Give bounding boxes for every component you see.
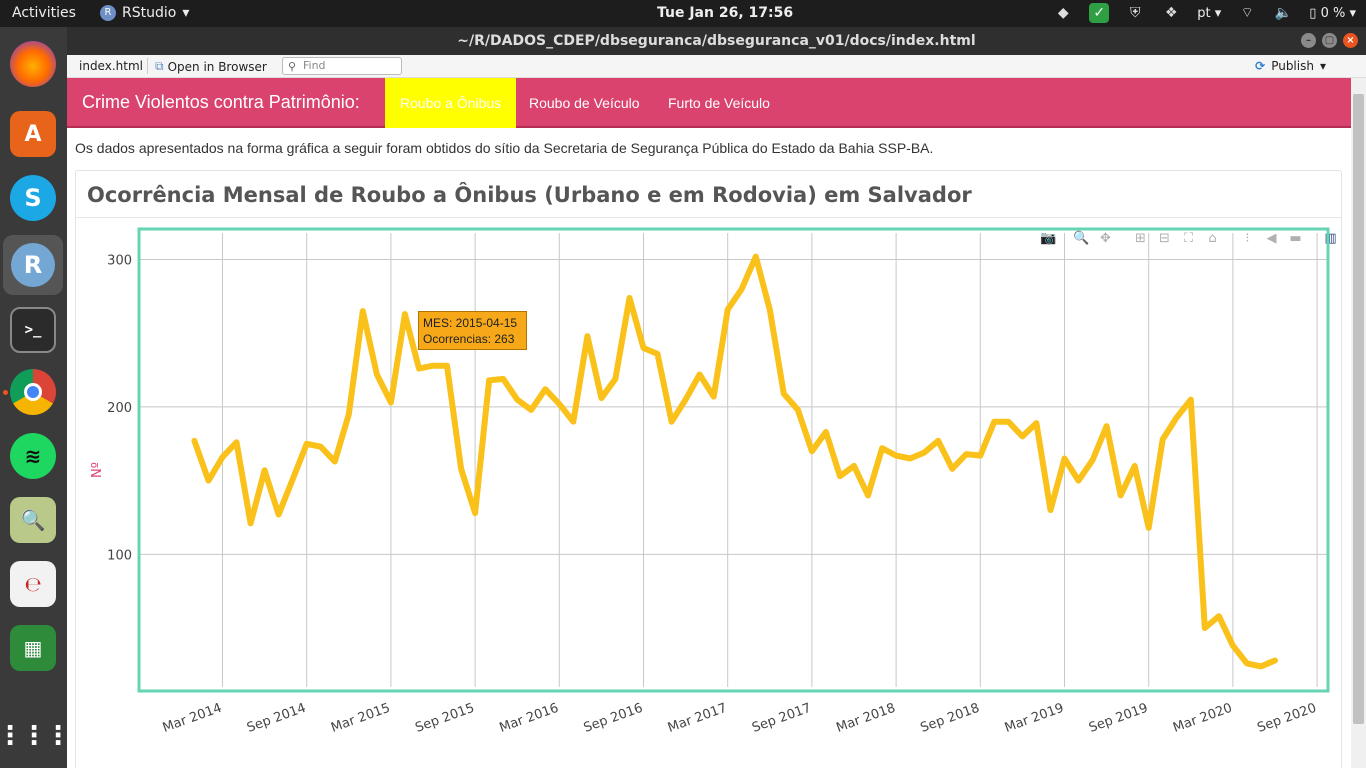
open-in-browser-label: Open in Browser: [167, 59, 267, 74]
keyboard-layout[interactable]: pt ▾: [1197, 6, 1221, 21]
app-menu-label: RStudio: [122, 5, 177, 21]
publish-label: Publish: [1271, 59, 1314, 73]
x-tick-label: Mar 2019: [1003, 701, 1066, 736]
line-chart[interactable]: 100 200 300 Mar 2014 Sep 2014 Mar 2015 Sep 20…: [76, 171, 1343, 768]
publish-icon: ⟳: [1255, 59, 1266, 73]
y-axis-label: Nº: [90, 462, 105, 478]
x-tick-label: Sep 2020: [1255, 701, 1318, 736]
dropbox-alt-icon[interactable]: ❖: [1161, 3, 1181, 23]
search-icon: ⚲: [288, 60, 297, 73]
system-tray: ◆ ✓ ⛨ ❖ pt ▾ ⌔ 🔈 ▯ 0 % ▾: [1053, 3, 1356, 23]
series-line-ocorrencias: [191, 253, 1278, 670]
check-icon[interactable]: ✓: [1089, 3, 1110, 23]
spotify-icon[interactable]: ≋: [10, 433, 56, 479]
nav-roubo-veiculo[interactable]: Roubo de Veículo: [514, 78, 655, 128]
browser-icon: ⧉: [155, 59, 164, 73]
x-tick-label: Mar 2016: [498, 701, 561, 736]
find-placeholder: Find: [303, 59, 326, 72]
firefox-icon[interactable]: [10, 41, 56, 87]
window-title: ~/R/DADOS_CDEP/dbseguranca/dbseguranca_v…: [457, 33, 976, 49]
chevron-down-icon: ▾: [182, 5, 190, 21]
y-tick-label: 200: [107, 401, 132, 416]
open-in-browser-button[interactable]: ⧉ Open in Browser: [155, 59, 267, 74]
chevron-down-icon: ▾: [1319, 59, 1326, 73]
dropbox-icon[interactable]: ◆: [1053, 3, 1073, 23]
find-input[interactable]: ⚲ Find: [282, 57, 402, 75]
software-center-icon[interactable]: A: [10, 111, 56, 157]
app-menu[interactable]: R RStudio ▾: [100, 5, 189, 21]
rstudio-dock-tile[interactable]: R: [3, 235, 63, 295]
wifi-icon[interactable]: ⌔: [1237, 3, 1257, 23]
volume-icon[interactable]: 🔈: [1273, 3, 1293, 23]
x-axis: Mar 2014 Sep 2014 Mar 2015 Sep 2015 Mar 2016…: [161, 701, 1319, 736]
x-tick-label: Sep 2017: [750, 701, 813, 736]
navbar: Crime Violentos contra Patrimônio: Roubo…: [67, 78, 1351, 128]
x-tick-label: Mar 2020: [1171, 701, 1234, 736]
file-tab[interactable]: index.html: [79, 59, 143, 73]
x-tick-label: Mar 2017: [666, 701, 729, 736]
x-tick-label: Mar 2018: [834, 701, 897, 736]
tooltip-line-date: MES: 2015-04-15: [423, 316, 518, 330]
minimize-button[interactable]: –: [1301, 33, 1316, 48]
hover-tooltip: MES: 2015-04-15 Ocorrencias: 263: [418, 311, 527, 350]
maximize-button[interactable]: ▢: [1322, 33, 1337, 48]
image-viewer-icon[interactable]: 🔍: [10, 497, 56, 543]
y-tick-label: 100: [107, 548, 132, 563]
y-axis: 100 200 300: [107, 254, 132, 564]
x-tick-label: Sep 2015: [413, 701, 476, 736]
running-indicator: [3, 390, 8, 395]
window-titlebar[interactable]: ~/R/DADOS_CDEP/dbseguranca/dbseguranca_v…: [67, 27, 1366, 55]
spreadsheet-icon[interactable]: ▦: [10, 625, 56, 671]
rstudio-icon: R: [100, 5, 116, 21]
close-button[interactable]: ×: [1343, 33, 1358, 48]
x-tick-label: Sep 2016: [582, 701, 645, 736]
activities-button[interactable]: Activities: [12, 5, 76, 21]
dock: A S R >_ ≋ 🔍 ℮ ▦ ⋮⋮⋮: [0, 27, 71, 768]
toolbar-divider: [147, 58, 148, 74]
scrollbar-thumb[interactable]: [1353, 94, 1364, 724]
tooltip-line-count: Ocorrencias: 263: [423, 332, 515, 346]
x-tick-label: Sep 2014: [245, 701, 308, 736]
viewer-toolbar: index.html ⧉ Open in Browser ⚲ Find ⟳ Pu…: [67, 55, 1366, 78]
publish-button[interactable]: ⟳ Publish ▾: [1255, 59, 1326, 73]
shield-icon[interactable]: ⛨: [1125, 3, 1145, 23]
x-tick-label: Sep 2018: [919, 701, 982, 736]
chrome-icon[interactable]: [10, 369, 56, 415]
app-grid-icon[interactable]: ⋮⋮⋮: [0, 713, 71, 759]
skype-icon[interactable]: S: [10, 175, 56, 221]
top-bar: Activities R RStudio ▾ Tue Jan 26, 17:56…: [0, 0, 1366, 27]
rendered-page: Crime Violentos contra Patrimônio: Roubo…: [67, 78, 1351, 768]
x-tick-label: Mar 2014: [161, 701, 224, 736]
y-tick-label: 300: [107, 254, 132, 269]
clock[interactable]: Tue Jan 26, 17:56: [657, 5, 793, 21]
chart-card: Ocorrência Mensal de Roubo a Ônibus (Urb…: [75, 170, 1342, 768]
navbar-brand[interactable]: Crime Violentos contra Patrimônio:: [82, 92, 360, 113]
terminal-icon[interactable]: >_: [10, 307, 56, 353]
document-viewer-icon[interactable]: ℮: [10, 561, 56, 607]
battery-status[interactable]: ▯ 0 % ▾: [1309, 6, 1356, 21]
rstudio-icon: R: [11, 243, 55, 287]
vertical-scrollbar[interactable]: [1351, 78, 1366, 768]
x-tick-label: Sep 2019: [1087, 701, 1150, 736]
nav-furto-veiculo[interactable]: Furto de Veículo: [653, 78, 785, 128]
x-tick-label: Mar 2015: [329, 701, 392, 736]
nav-roubo-onibus[interactable]: Roubo a Ônibus: [385, 78, 517, 128]
intro-text: Os dados apresentados na forma gráfica a…: [75, 140, 934, 156]
